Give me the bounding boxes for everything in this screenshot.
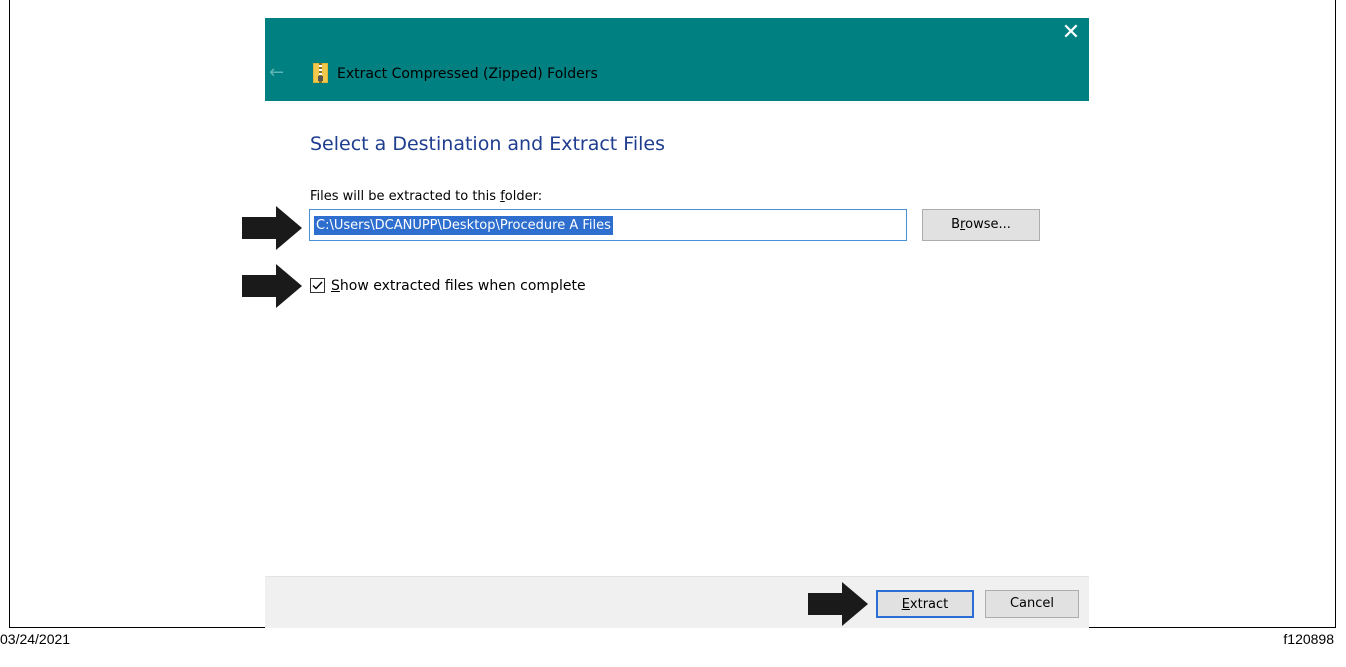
right-pointing-callout-arrow-icon [242,264,302,308]
page-heading: Select a Destination and Extract Files [310,133,665,155]
destination-label: Files will be extracted to this folder: [310,189,543,204]
window-title: Extract Compressed (Zipped) Folders [337,66,598,82]
checkbox-checked-icon[interactable] [310,278,325,293]
title-bar: ✕ ← Extract Compressed (Zipped) Folders [265,18,1089,101]
back-arrow-icon[interactable]: ← [269,63,284,83]
destination-path-input[interactable]: C:\Users\DCANUPP\Desktop\Procedure A Fil… [309,209,907,241]
destination-path-value[interactable]: C:\Users\DCANUPP\Desktop\Procedure A Fil… [314,216,613,235]
extract-dialog: ✕ ← Extract Compressed (Zipped) Folders … [265,18,1089,628]
show-files-checkbox-label[interactable]: Show extracted files when complete [331,277,586,295]
right-pointing-callout-arrow-icon [242,206,302,250]
cancel-button[interactable]: Cancel [985,590,1079,618]
figure-date: 03/24/2021 [0,631,71,647]
figure-id: f120898 [1283,631,1334,647]
browse-button[interactable]: Browse... [922,209,1040,241]
zip-folder-icon [313,63,328,83]
extract-button[interactable]: Extract [876,590,974,618]
right-pointing-callout-arrow-icon [808,582,868,626]
close-icon[interactable]: ✕ [1059,20,1083,46]
